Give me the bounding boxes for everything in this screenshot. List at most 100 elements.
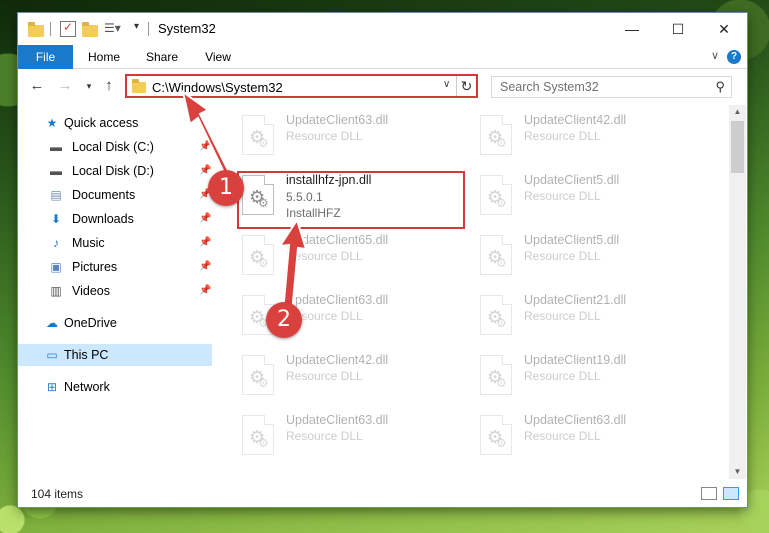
tab-file[interactable]: File <box>18 45 73 69</box>
sidebar-item-quick-access[interactable]: ★ Quick access <box>18 112 212 134</box>
pin-icon[interactable]: 📌 <box>199 136 211 158</box>
sidebar-item-label: Documents <box>72 188 136 202</box>
navigation-bar: ← → ▾ ↑ C:\Windows\System32 ∨ ↻ Search S… <box>18 71 747 103</box>
downloads-icon: ⬇ <box>50 212 62 226</box>
help-icon[interactable]: ? <box>727 50 741 64</box>
list-item[interactable]: ⚙ ⚙ UpdateClient42.dll Resource DLL <box>238 349 468 401</box>
dll-file-icon: ⚙ ⚙ <box>242 235 274 275</box>
new-folder-icon[interactable] <box>82 21 98 37</box>
details-view-icon[interactable] <box>701 487 717 500</box>
file-type: Resource DLL <box>524 129 601 143</box>
item-count: 104 items <box>31 487 84 501</box>
sidebar-item-documents[interactable]: ▤ Documents 📌 <box>18 184 212 206</box>
sidebar-item-videos[interactable]: ▥ Videos 📌 <box>18 280 212 302</box>
file-type: Resource DLL <box>286 129 363 143</box>
back-arrow-icon[interactable]: ← <box>28 77 46 95</box>
address-bar[interactable]: C:\Windows\System32 ∨ ↻ <box>125 74 478 98</box>
sidebar-item-label: Pictures <box>72 260 118 274</box>
pin-icon[interactable]: 📌 <box>199 280 211 302</box>
close-button[interactable]: ✕ <box>701 13 747 45</box>
qa-dropdown-icon[interactable]: ▾ <box>134 21 139 32</box>
vertical-scrollbar[interactable]: ▲ ▼ <box>729 105 746 479</box>
sidebar-item-label: This PC <box>64 348 109 362</box>
pin-icon[interactable]: 📌 <box>199 256 211 278</box>
address-path[interactable]: C:\Windows\System32 <box>152 80 283 95</box>
file-name: UpdateClient63.dll <box>286 113 389 127</box>
list-item[interactable]: ⚙ ⚙ UpdateClient5.dll Resource DLL <box>476 229 706 281</box>
tab-view[interactable]: View <box>192 45 244 69</box>
file-list: ⚙ ⚙ UpdateClient63.dll Resource DLL ⚙ ⚙ in… <box>218 105 728 479</box>
file-type: Resource DLL <box>524 429 601 443</box>
title-bar: ✓ ☰▾ ▾ System32 — ☐ ✕ <box>18 13 747 45</box>
list-item[interactable]: ⚙ ⚙ UpdateClient5.dll Resource DLL <box>476 169 706 221</box>
step-badge-2: 2 <box>266 302 302 338</box>
forward-arrow-icon[interactable]: → <box>56 77 74 95</box>
sidebar-item-label: Local Disk (D:) <box>72 164 154 178</box>
sidebar-item-onedrive[interactable]: ☁ OneDrive <box>18 312 212 334</box>
file-type: Resource DLL <box>524 369 601 383</box>
file-explorer-window: ✓ ☰▾ ▾ System32 — ☐ ✕ File Home Share Vi… <box>18 13 747 507</box>
pin-icon[interactable]: 📌 <box>199 232 211 254</box>
customize-toolbar-icon[interactable]: ☰▾ <box>104 21 121 37</box>
folder-icon[interactable] <box>28 21 44 37</box>
recent-locations-icon[interactable]: ▾ <box>80 77 98 95</box>
list-item[interactable]: ⚙ ⚙ UpdateClient21.dll Resource DLL <box>476 289 706 341</box>
sidebar-item-label: OneDrive <box>64 316 117 330</box>
up-arrow-icon[interactable]: ↑ <box>100 77 118 95</box>
list-item[interactable]: ⚙ ⚙ UpdateClient65.dll Resource DLL <box>238 229 468 281</box>
search-input[interactable]: Search System32 ⚲ <box>491 76 732 98</box>
dll-file-icon: ⚙ ⚙ <box>480 295 512 335</box>
sidebar-item-music[interactable]: ♪ Music 📌 <box>18 232 212 254</box>
step-badge-1: 1 <box>208 170 244 206</box>
scroll-down-icon[interactable]: ▼ <box>729 465 746 479</box>
sidebar-item-label: Downloads <box>72 212 134 226</box>
scroll-thumb[interactable] <box>731 121 744 173</box>
sidebar-item-label: Music <box>72 236 105 250</box>
sidebar-item-network[interactable]: ⊞ Network <box>18 376 212 398</box>
star-icon: ★ <box>46 116 58 130</box>
pin-icon[interactable]: 📌 <box>199 208 211 230</box>
search-icon[interactable]: ⚲ <box>715 79 725 95</box>
file-type: Resource DLL <box>286 249 363 263</box>
scroll-up-icon[interactable]: ▲ <box>729 105 746 119</box>
maximize-button[interactable]: ☐ <box>655 13 701 45</box>
dll-file-icon: ⚙ ⚙ <box>480 235 512 275</box>
tab-share[interactable]: Share <box>136 45 188 69</box>
file-type: Resource DLL <box>524 189 601 203</box>
sidebar-item-label: Network <box>64 380 110 394</box>
list-item[interactable]: ⚙ ⚙ UpdateClient63.dll Resource DLL <box>238 409 468 461</box>
status-bar: 104 items <box>18 481 747 507</box>
file-type: Resource DLL <box>286 369 363 383</box>
separator <box>50 22 51 36</box>
address-dropdown-icon[interactable]: ∨ <box>443 79 450 90</box>
expand-ribbon-icon[interactable]: ∨ <box>711 49 719 62</box>
dll-file-icon: ⚙ ⚙ <box>480 115 512 155</box>
search-placeholder: Search System32 <box>500 80 599 94</box>
dll-file-icon: ⚙ ⚙ <box>242 355 274 395</box>
refresh-icon[interactable]: ↻ <box>456 76 476 96</box>
sidebar-item-local-disk-d[interactable]: ▬ Local Disk (D:) 📌 <box>18 160 212 182</box>
sidebar-item-this-pc[interactable]: ▭ This PC <box>18 344 212 366</box>
sidebar-item-pictures[interactable]: ▣ Pictures 📌 <box>18 256 212 278</box>
list-item[interactable]: ⚙ ⚙ UpdateClient63.dll Resource DLL <box>238 109 468 161</box>
navigation-pane: ★ Quick access ▬ Local Disk (C:) 📌 ▬ Loc… <box>18 105 212 479</box>
file-name: UpdateClient63.dll <box>286 413 389 427</box>
file-name: UpdateClient19.dll <box>524 353 627 367</box>
sidebar-item-downloads[interactable]: ⬇ Downloads 📌 <box>18 208 212 230</box>
list-item[interactable]: ⚙ ⚙ UpdateClient19.dll Resource DLL <box>476 349 706 401</box>
window-title: System32 <box>158 21 216 36</box>
drive-icon: ▬ <box>50 164 62 178</box>
list-item[interactable]: ⚙ ⚙ UpdateClient63.dll Resource DLL <box>476 409 706 461</box>
dll-file-icon: ⚙ ⚙ <box>242 415 274 455</box>
properties-icon[interactable]: ✓ <box>60 20 76 37</box>
drive-icon: ▬ <box>50 140 62 154</box>
dll-file-icon: ⚙ ⚙ <box>480 415 512 455</box>
large-icons-view-icon[interactable] <box>723 487 739 500</box>
list-item[interactable]: ⚙ ⚙ UpdateClient42.dll Resource DLL <box>476 109 706 161</box>
minimize-button[interactable]: — <box>609 13 655 45</box>
file-name: UpdateClient63.dll <box>286 293 389 307</box>
dll-file-icon: ⚙ ⚙ <box>480 175 512 215</box>
file-name: UpdateClient63.dll <box>524 413 627 427</box>
sidebar-item-local-disk-c[interactable]: ▬ Local Disk (C:) 📌 <box>18 136 212 158</box>
tab-home[interactable]: Home <box>78 45 130 69</box>
